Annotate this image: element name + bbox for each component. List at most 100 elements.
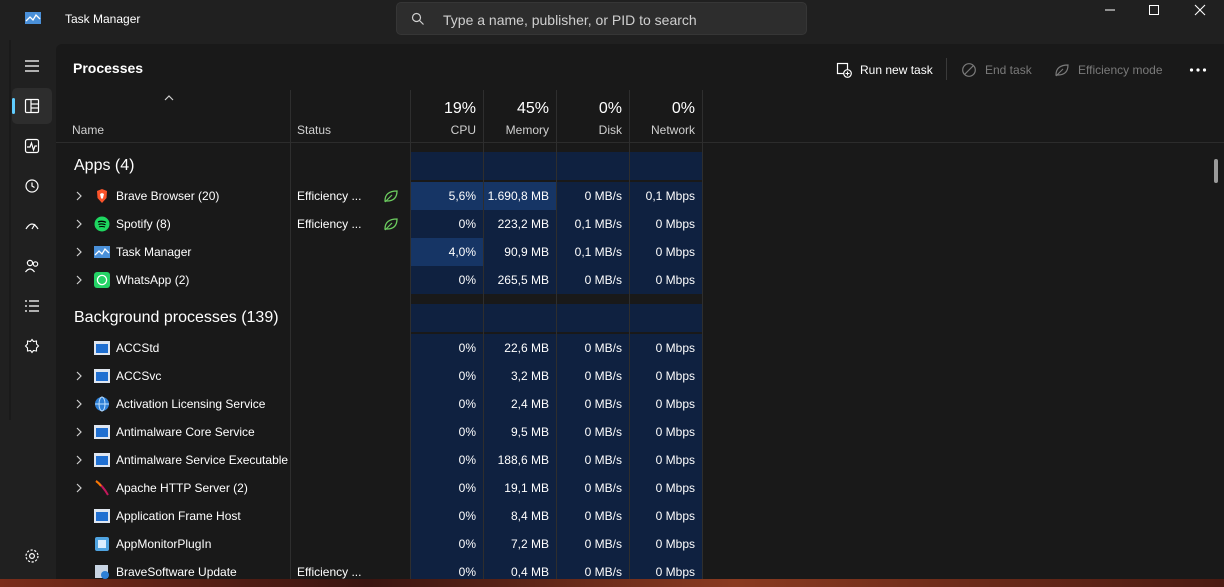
process-name: ACCSvc [116, 369, 162, 383]
run-new-task-button[interactable]: Run new task [836, 58, 933, 82]
disk-cell: 0 MB/s [557, 502, 629, 530]
table-row[interactable]: Brave Browser (20) Efficiency ... 5,6% 1… [56, 182, 1224, 210]
globe-icon [95, 396, 109, 412]
window-app-icon [94, 509, 110, 523]
column-memory[interactable]: 45% Memory [484, 90, 556, 143]
sidebar-menu-toggle[interactable] [12, 48, 52, 84]
column-name[interactable]: Name [56, 90, 290, 143]
sidebar-item-services[interactable] [12, 328, 52, 364]
search-box[interactable]: Type a name, publisher, or PID to search [396, 2, 807, 35]
details-icon [25, 300, 39, 312]
sidebar-item-details[interactable] [12, 288, 52, 324]
cpu-cell: 0% [411, 334, 483, 362]
network-cell: 0 Mbps [630, 502, 702, 530]
sidebar-item-performance[interactable] [12, 128, 52, 164]
group-header-background[interactable]: Background processes (139) [56, 304, 1224, 332]
sidebar-item-settings[interactable] [12, 538, 52, 574]
update-icon [95, 565, 109, 579]
efficiency-mode-button[interactable]: Efficiency mode [1054, 58, 1163, 82]
chevron-right-icon[interactable] [75, 483, 83, 493]
efficiency-leaf-icon [384, 190, 398, 203]
process-name: Brave Browser (20) [116, 189, 220, 203]
apache-feather-icon [95, 480, 109, 496]
disk-cell: 0 MB/s [557, 266, 629, 294]
sidebar-item-users[interactable] [12, 248, 52, 284]
table-header: Name Status 19% CPU 45% Memory 0% Disk 0… [56, 90, 1224, 143]
column-cpu[interactable]: 19% CPU [411, 90, 483, 143]
table-row[interactable]: WhatsApp (2) 0% 265,5 MB 0 MB/s 0 Mbps [56, 266, 1224, 294]
close-button[interactable] [1177, 0, 1223, 32]
cpu-cell: 0% [411, 530, 483, 558]
group-header-apps[interactable]: Apps (4) [56, 152, 1224, 180]
sidebar-item-processes[interactable] [12, 88, 52, 124]
cpu-cell: 0% [411, 418, 483, 446]
run-new-task-icon [836, 62, 852, 78]
end-task-button[interactable]: End task [961, 58, 1032, 82]
process-name: AppMonitorPlugIn [116, 537, 212, 551]
maximize-button[interactable] [1131, 0, 1177, 32]
process-name: ACCStd [116, 341, 160, 355]
chevron-right-icon[interactable] [75, 371, 83, 381]
efficiency-mode-label: Efficiency mode [1078, 63, 1163, 77]
memory-cell: 188,6 MB [484, 446, 556, 474]
chevron-right-icon[interactable] [75, 191, 83, 201]
memory-cell: 2,4 MB [484, 390, 556, 418]
desktop-background-strip [0, 579, 1224, 587]
memory-cell: 265,5 MB [484, 266, 556, 294]
search-placeholder[interactable]: Type a name, publisher, or PID to search [443, 12, 697, 28]
group-spacer [411, 304, 483, 332]
chevron-right-icon[interactable] [75, 275, 83, 285]
network-cell: 0 Mbps [630, 446, 702, 474]
chevron-right-icon[interactable] [75, 247, 83, 257]
table-row[interactable]: Task Manager 4,0% 90,9 MB 0,1 MB/s 0 Mbp… [56, 238, 1224, 266]
window-edge [9, 40, 11, 420]
disk-cell: 0,1 MB/s [557, 210, 629, 238]
table-row[interactable]: Antimalware Core Service 0% 9,5 MB 0 MB/… [56, 418, 1224, 446]
more-options-button[interactable] [1189, 58, 1207, 82]
app-monitor-icon [95, 537, 109, 551]
column-disk[interactable]: 0% Disk [557, 90, 629, 143]
end-task-icon [962, 63, 976, 77]
process-name: WhatsApp (2) [116, 273, 190, 287]
command-separator [946, 58, 947, 80]
network-cell: 0 Mbps [630, 238, 702, 266]
disk-cell: 0 MB/s [557, 474, 629, 502]
brave-icon [97, 189, 107, 203]
table-row[interactable]: Apache HTTP Server (2) 0% 19,1 MB 0 MB/s… [56, 474, 1224, 502]
whatsapp-icon [94, 272, 110, 288]
table-row[interactable]: ACCSvc 0% 3,2 MB 0 MB/s 0 Mbps [56, 362, 1224, 390]
cpu-cell: 0% [411, 362, 483, 390]
column-network[interactable]: 0% Network [630, 90, 702, 143]
network-cell: 0 Mbps [630, 418, 702, 446]
cpu-cell: 0% [411, 266, 483, 294]
maximize-icon [1149, 5, 1159, 15]
window-app-icon [94, 341, 110, 355]
table-row[interactable]: Spotify (8) Efficiency ... 0% 223,2 MB 0… [56, 210, 1224, 238]
table-row[interactable]: Activation Licensing Service 0% 2,4 MB 0… [56, 390, 1224, 418]
table-row[interactable]: AppMonitorPlugIn 0% 7,2 MB 0 MB/s 0 Mbps [56, 530, 1224, 558]
disk-cell: 0,1 MB/s [557, 238, 629, 266]
table-row[interactable]: Antimalware Service Executable 0% 188,6 … [56, 446, 1224, 474]
network-cell: 0 Mbps [630, 334, 702, 362]
group-spacer [630, 304, 702, 332]
startup-apps-icon [25, 223, 39, 230]
processes-panel: Processes Run new task End task Efficien… [56, 44, 1224, 587]
memory-cell: 90,9 MB [484, 238, 556, 266]
hamburger-icon [25, 60, 39, 72]
table-row[interactable]: ACCStd 0% 22,6 MB 0 MB/s 0 Mbps [56, 334, 1224, 362]
vertical-scrollbar[interactable] [1214, 159, 1218, 183]
sidebar-item-startup-apps[interactable] [12, 208, 52, 244]
table-row[interactable]: Application Frame Host 0% 8,4 MB 0 MB/s … [56, 502, 1224, 530]
sidebar-item-app-history[interactable] [12, 168, 52, 204]
column-status[interactable]: Status [290, 90, 411, 143]
chevron-right-icon[interactable] [75, 399, 83, 409]
disk-cell: 0 MB/s [557, 418, 629, 446]
chevron-right-icon[interactable] [75, 427, 83, 437]
page-title: Processes [73, 60, 144, 76]
chevron-right-icon[interactable] [75, 219, 83, 229]
memory-cell: 223,2 MB [484, 210, 556, 238]
minimize-button[interactable] [1087, 0, 1133, 32]
disk-cell: 0 MB/s [557, 362, 629, 390]
chevron-right-icon[interactable] [75, 455, 83, 465]
disk-cell: 0 MB/s [557, 182, 629, 210]
